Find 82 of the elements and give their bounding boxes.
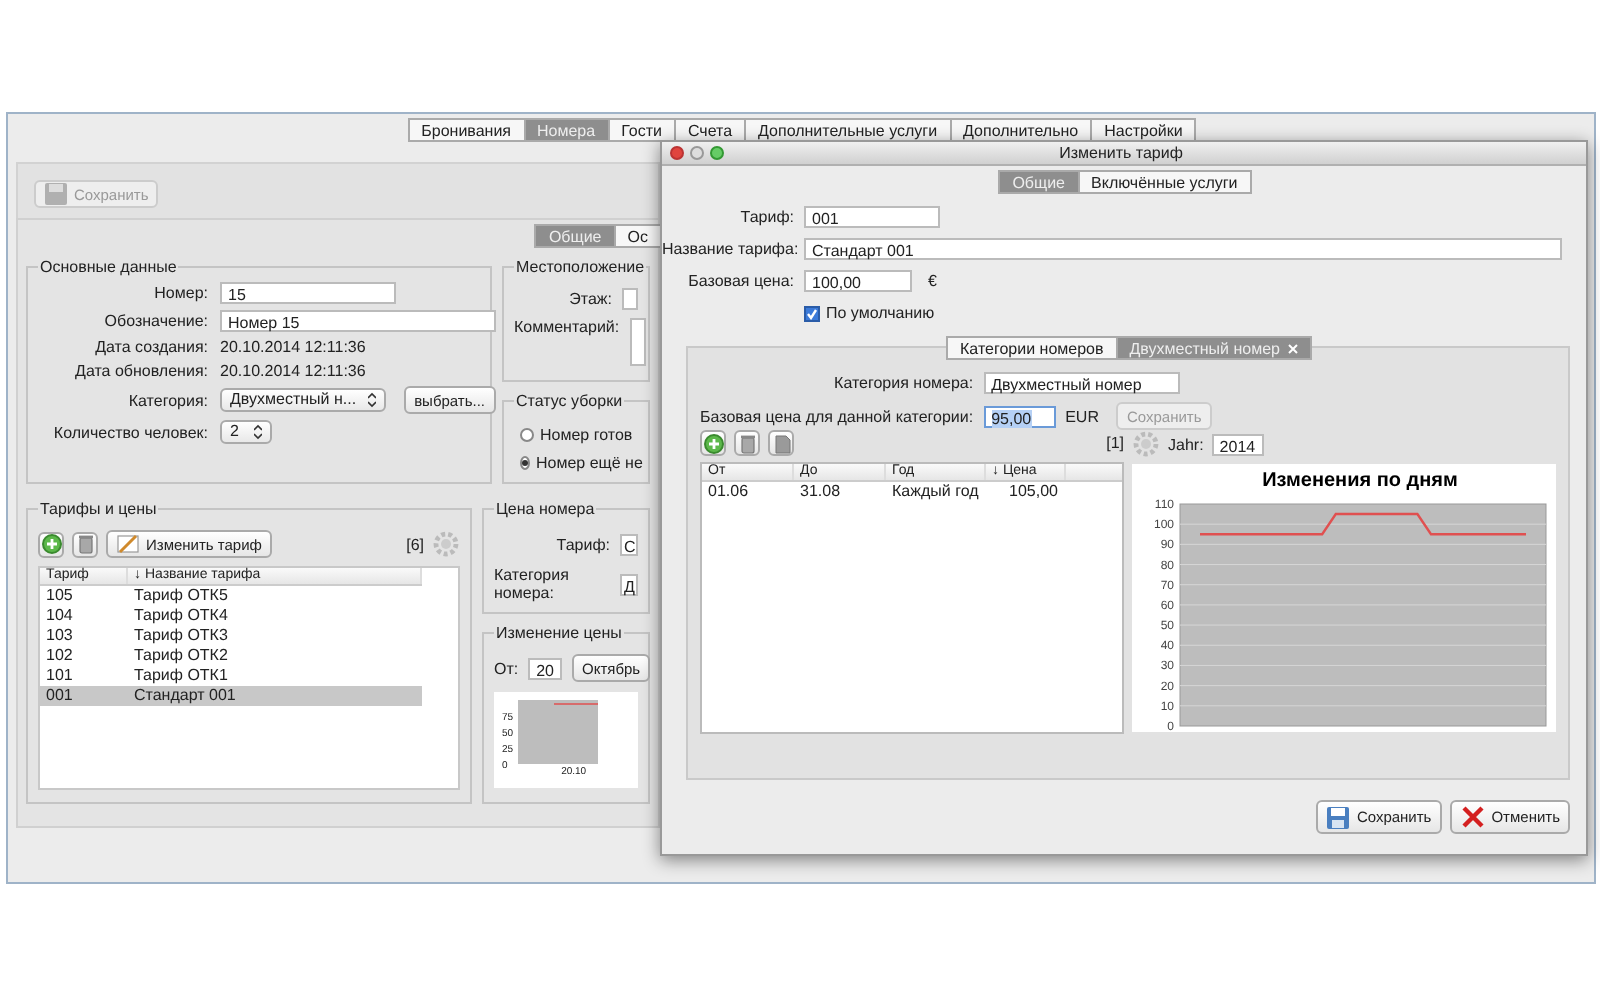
window-title: Изменить тариф bbox=[1057, 144, 1185, 162]
field-label: Этаж: bbox=[569, 290, 612, 308]
updown-icon bbox=[254, 424, 262, 440]
field-label: Обозначение: bbox=[102, 312, 208, 330]
updown-icon bbox=[368, 392, 377, 408]
field-label: Jahr: bbox=[1168, 435, 1204, 453]
trash-icon bbox=[75, 534, 95, 554]
tab[interactable]: Настройки bbox=[1090, 118, 1197, 142]
field-label: Категория: bbox=[126, 391, 208, 409]
input-field[interactable]: 100,00 bbox=[804, 270, 912, 292]
input-field[interactable]: С bbox=[620, 534, 638, 556]
table-row[interactable]: 102 Тариф ОТК2 bbox=[40, 646, 422, 666]
field-label: Тариф: bbox=[738, 208, 794, 226]
table-row[interactable]: 001 Стандарт 001 bbox=[40, 686, 422, 706]
field-label: Дата создания: bbox=[93, 338, 208, 356]
input-field[interactable]: Двухместный номер bbox=[983, 372, 1180, 394]
delete-button[interactable] bbox=[734, 430, 760, 456]
field-label: Комментарий: bbox=[514, 318, 620, 336]
floor-field[interactable] bbox=[622, 288, 638, 310]
radio-option[interactable]: Номер ещё не bbox=[520, 454, 638, 472]
field-label: Тариф: bbox=[556, 536, 610, 554]
field-label: От: bbox=[494, 659, 519, 677]
radio-option[interactable]: Номер готов bbox=[520, 426, 638, 444]
input-field[interactable]: Стандарт 001 bbox=[804, 238, 1562, 260]
default-checkbox[interactable]: По умолчанию bbox=[804, 304, 1586, 322]
field-label: Название тарифа: bbox=[662, 240, 794, 258]
check-icon bbox=[806, 307, 818, 319]
table-row[interactable]: 01.06 31.08 Каждый год 105,00 bbox=[702, 482, 1122, 502]
input-field[interactable]: 001 bbox=[804, 206, 940, 228]
record-count: [1] bbox=[1106, 434, 1124, 452]
group-title: Статус уборки bbox=[514, 392, 625, 410]
field-label: Количество человек: bbox=[51, 423, 208, 441]
plus-icon bbox=[703, 433, 723, 453]
plot-drawing bbox=[517, 700, 598, 764]
field-label: Номер: bbox=[152, 284, 208, 302]
field-value: 20.10.2014 12:11:36 bbox=[220, 362, 366, 380]
group-title: Местоположение bbox=[514, 258, 647, 276]
input-field[interactable]: 15 bbox=[220, 282, 396, 304]
close-icon bbox=[1459, 804, 1486, 830]
input-field[interactable]: Д bbox=[620, 573, 638, 595]
category-dropdown[interactable]: Двухместный н... bbox=[220, 388, 387, 412]
edit-button[interactable] bbox=[768, 430, 794, 456]
count-dropdown[interactable]: 2 bbox=[220, 420, 272, 444]
add-button[interactable] bbox=[700, 430, 726, 456]
price-field[interactable]: 95,00 bbox=[983, 405, 1056, 427]
year-field[interactable]: 2014 bbox=[1211, 433, 1264, 455]
tab[interactable]: Категории номеров bbox=[946, 336, 1118, 360]
tab[interactable]: Дополнительные услуги bbox=[744, 118, 952, 142]
currency-label: EUR bbox=[1065, 407, 1099, 425]
currency-label: € bbox=[928, 272, 937, 290]
tab[interactable]: Ос bbox=[613, 224, 662, 248]
document-icon bbox=[771, 433, 791, 453]
table-row[interactable]: 105 Тариф ОТК5 bbox=[40, 586, 422, 606]
field-label: Дата обновления: bbox=[73, 362, 208, 380]
group-title: Основные данные bbox=[38, 258, 179, 276]
zoom-icon[interactable] bbox=[710, 146, 724, 160]
field-value: 20.10.2014 12:11:36 bbox=[220, 338, 366, 356]
field-label: Базовая цена: bbox=[686, 272, 794, 290]
minimize-icon[interactable] bbox=[690, 146, 704, 160]
input-field[interactable]: Номер 15 bbox=[220, 310, 496, 332]
close-icon[interactable] bbox=[670, 146, 684, 160]
day-field[interactable]: 20 bbox=[528, 657, 563, 679]
field-label: Базовая цена для данной категории: bbox=[700, 407, 974, 425]
table-row[interactable]: 101 Тариф ОТК1 bbox=[40, 666, 422, 686]
field-label: Категория номера: bbox=[494, 566, 571, 602]
group-title: Цена номера bbox=[494, 500, 597, 518]
chart-title: Изменения по дням bbox=[1262, 470, 1458, 492]
table-row[interactable]: 104 Тариф ОТК4 bbox=[40, 606, 422, 626]
trash-icon bbox=[737, 433, 757, 453]
tab[interactable]: Гости bbox=[607, 118, 676, 142]
plus-icon bbox=[41, 534, 61, 554]
delete-button[interactable] bbox=[72, 531, 98, 557]
pencil-icon bbox=[116, 532, 140, 556]
comment-field[interactable] bbox=[629, 318, 646, 366]
record-count: [6] bbox=[406, 535, 424, 553]
tab[interactable]: Бронивания bbox=[407, 118, 525, 142]
tab[interactable]: Включённые услуги bbox=[1077, 170, 1252, 194]
table-row[interactable]: 103 Тариф ОТК3 bbox=[40, 626, 422, 646]
add-button[interactable] bbox=[38, 531, 64, 557]
field-label: Категория номера: bbox=[832, 374, 974, 392]
group-title: Изменение цены bbox=[494, 624, 624, 642]
group-title: Тарифы и цены bbox=[38, 500, 159, 518]
